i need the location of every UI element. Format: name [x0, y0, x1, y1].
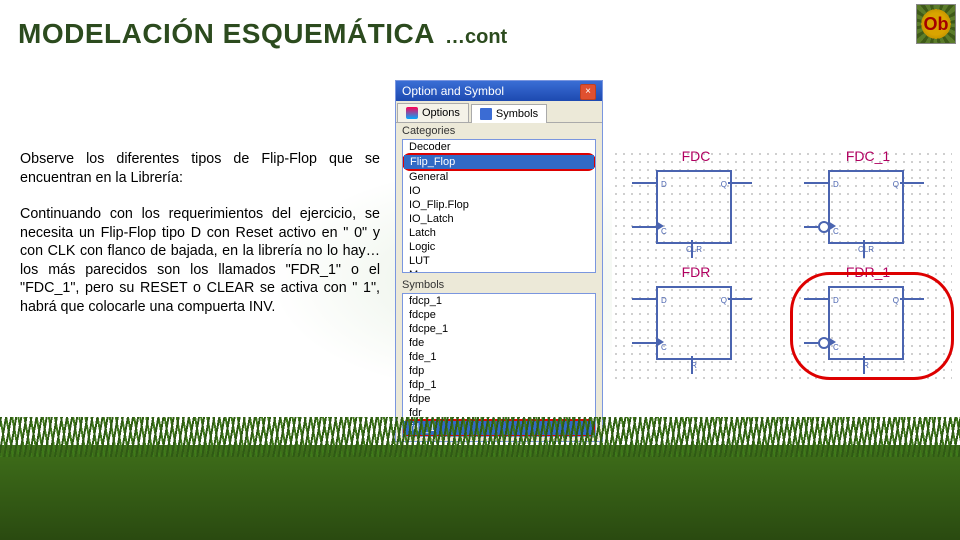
option-symbol-dialog: Option and Symbol × Options Symbols Cate…: [395, 80, 603, 442]
tab-symbols-label: Symbols: [496, 108, 538, 120]
category-row[interactable]: Logic: [403, 240, 595, 254]
symbol-row[interactable]: fdcp_1: [403, 294, 595, 308]
wire: [632, 182, 656, 184]
highlight-fdr1: [790, 272, 954, 380]
category-row[interactable]: IO_Latch: [403, 212, 595, 226]
symbol-row[interactable]: fdcpe_1: [403, 322, 595, 336]
paragraph-1: Observe los diferentes tipos de Flip-Flo…: [20, 150, 380, 187]
categories-label: Categories: [396, 123, 602, 139]
category-row[interactable]: Latch: [403, 226, 595, 240]
ff-fdc: FDC D Q C CLR: [616, 152, 776, 256]
wire: [691, 240, 693, 258]
wire: [728, 182, 752, 184]
dialog-titlebar: Option and Symbol ×: [396, 81, 602, 101]
flipflop-preview: FDC D Q C CLR FDC_1 D Q C CLR FDR D: [612, 150, 952, 380]
symbol-row[interactable]: fde: [403, 336, 595, 350]
dialog-title-text: Option and Symbol: [402, 84, 504, 98]
symbols-icon: [480, 108, 492, 120]
pin-d: D: [661, 296, 667, 305]
symbol-row[interactable]: fde_1: [403, 350, 595, 364]
ff-fdr: FDR D Q C R: [616, 268, 776, 372]
pin-d: D: [661, 180, 667, 189]
symbols-listbox[interactable]: fdcp_1fdcpefdcpe_1fdefde_1fdpfdp_1fdpefd…: [402, 293, 596, 437]
symbols-label: Symbols: [396, 277, 602, 293]
ff-fdc-label: FDC: [616, 148, 776, 164]
wire: [632, 342, 656, 344]
category-row[interactable]: Memory: [403, 268, 595, 273]
tab-options-label: Options: [422, 107, 460, 119]
ff-fdc1-box: D Q C CLR: [828, 170, 904, 244]
ff-fdc-box: D Q C CLR: [656, 170, 732, 244]
symbol-row[interactable]: fdp_1: [403, 378, 595, 392]
close-icon[interactable]: ×: [580, 84, 596, 100]
ff-fdr-label: FDR: [616, 264, 776, 280]
tab-symbols[interactable]: Symbols: [471, 104, 547, 123]
category-row[interactable]: General: [403, 170, 595, 184]
pin-d: D: [833, 180, 839, 189]
clk-edge-icon: [656, 337, 664, 347]
pin-q: Q: [721, 296, 727, 305]
wire: [728, 298, 752, 300]
category-row[interactable]: Decoder: [403, 140, 595, 154]
category-row[interactable]: Flip_Flop: [404, 155, 594, 169]
symbol-row[interactable]: fdcpe: [403, 308, 595, 322]
clk-edge-icon: [828, 221, 836, 231]
categories-listbox[interactable]: DecoderFlip_FlopGeneralIOIO_Flip.FlopIO_…: [402, 139, 596, 273]
category-row[interactable]: IO_Flip.Flop: [403, 198, 595, 212]
wire: [863, 240, 865, 258]
body-text: Observe los diferentes tipos de Flip-Flo…: [20, 150, 380, 335]
badge-ob: Ob: [916, 4, 956, 44]
wire: [632, 298, 656, 300]
category-row[interactable]: IO: [403, 184, 595, 198]
pin-clr: CLR: [686, 245, 702, 254]
options-icon: [406, 107, 418, 119]
pin-clr: CLR: [858, 245, 874, 254]
symbol-row[interactable]: fdpe: [403, 392, 595, 406]
footer-grass: [0, 445, 960, 540]
dialog-tabs: Options Symbols: [396, 101, 602, 123]
slide-title: MODELACIÓN ESQUEMÁTICA …cont: [18, 18, 507, 50]
wire: [804, 182, 828, 184]
symbol-row[interactable]: fdp: [403, 364, 595, 378]
tab-options[interactable]: Options: [397, 103, 469, 122]
wire: [632, 226, 656, 228]
category-row[interactable]: LUT: [403, 254, 595, 268]
title-main: MODELACIÓN ESQUEMÁTICA: [18, 18, 435, 50]
ff-fdc1: FDC_1 D Q C CLR: [788, 152, 948, 256]
wire: [691, 356, 693, 374]
wire: [900, 182, 924, 184]
wire: [804, 226, 818, 228]
title-cont: …cont: [445, 26, 507, 49]
badge-ob-text: Ob: [924, 14, 949, 35]
pin-q: Q: [893, 180, 899, 189]
paragraph-2: Continuando con los requerimientos del e…: [20, 205, 380, 316]
ff-fdc1-label: FDC_1: [788, 148, 948, 164]
ff-fdr-box: D Q C R: [656, 286, 732, 360]
clk-edge-icon: [656, 221, 664, 231]
pin-q: Q: [721, 180, 727, 189]
